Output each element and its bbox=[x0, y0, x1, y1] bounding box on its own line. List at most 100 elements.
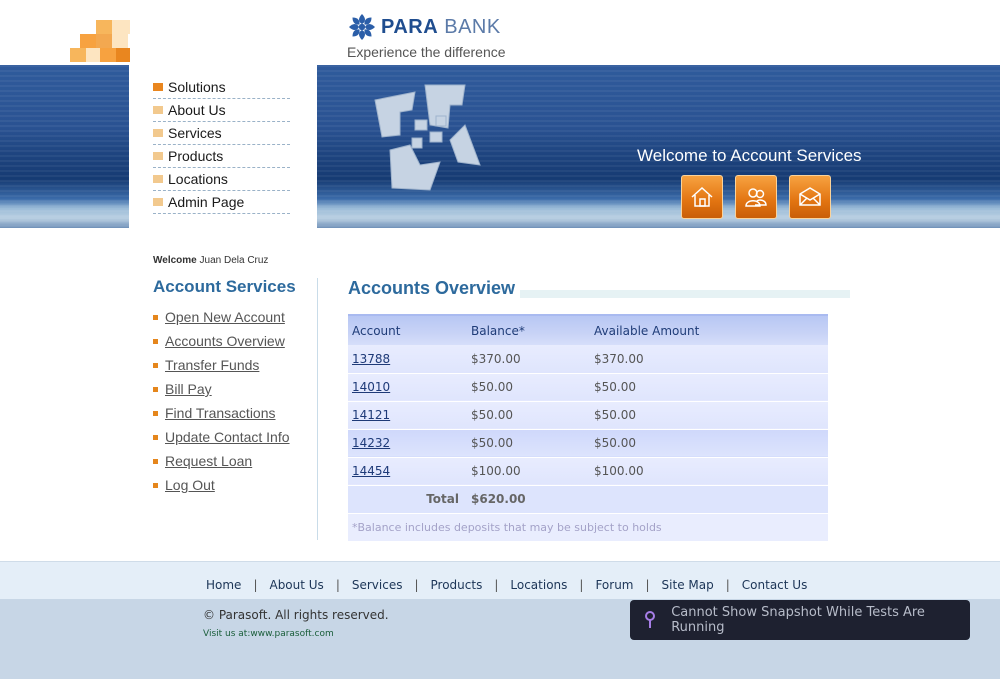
about-button[interactable] bbox=[735, 175, 777, 219]
account-cell: 14232 bbox=[348, 429, 467, 458]
nav-item-solutions[interactable]: Solutions bbox=[153, 76, 290, 99]
account-link[interactable]: 13788 bbox=[352, 352, 390, 366]
available-cell: $370.00 bbox=[590, 345, 828, 374]
request-loan-link[interactable]: Request Loan bbox=[165, 453, 252, 469]
brand-name-bold: PARA bbox=[381, 15, 439, 38]
account-link[interactable]: 14454 bbox=[352, 464, 390, 478]
nav-item-label: Services bbox=[168, 125, 222, 141]
note-row: *Balance includes deposits that may be s… bbox=[348, 513, 828, 542]
parasoft-link[interactable]: www.parasoft.com bbox=[250, 629, 333, 639]
bullet-icon bbox=[153, 410, 158, 416]
service-item: Request Loan bbox=[153, 449, 290, 473]
pin-icon bbox=[640, 611, 659, 629]
bullet-square-icon bbox=[153, 152, 163, 160]
visit-us: Visit us at:www.parasoft.com bbox=[203, 629, 334, 639]
title-underline bbox=[520, 290, 850, 298]
balance-cell: $50.00 bbox=[467, 401, 590, 430]
bullet-icon bbox=[153, 338, 158, 344]
copyright-text: © Parasoft. All rights reserved. bbox=[203, 608, 389, 622]
footer-link-contact-us[interactable]: Contact Us bbox=[742, 578, 808, 592]
separator: | bbox=[645, 578, 650, 592]
nav-item-label: Products bbox=[168, 148, 224, 164]
welcome-message: Welcome Juan Dela Cruz bbox=[153, 255, 268, 266]
transfer-funds-link[interactable]: Transfer Funds bbox=[165, 357, 259, 373]
nav-item-label: About Us bbox=[168, 102, 226, 118]
brand-logo[interactable]: PARA BANK bbox=[347, 12, 501, 42]
table-row: 14010 $50.00 $50.00 bbox=[348, 373, 828, 402]
available-cell: $50.00 bbox=[590, 373, 828, 402]
nav-item-about-us[interactable]: About Us bbox=[153, 99, 290, 122]
nav-item-locations[interactable]: Locations bbox=[153, 168, 290, 191]
footer-nav: Home | About Us | Services | Products | Loca… bbox=[0, 561, 1000, 599]
snapshot-toast: Cannot Show Snapshot While Tests Are Run… bbox=[630, 600, 970, 640]
nav-item-services[interactable]: Services bbox=[153, 122, 290, 145]
find-transactions-link[interactable]: Find Transactions bbox=[165, 405, 276, 421]
service-item: Log Out bbox=[153, 473, 290, 497]
table-header-row: Account Balance* Available Amount bbox=[348, 314, 828, 345]
bill-pay-link[interactable]: Bill Pay bbox=[165, 381, 212, 397]
balance-cell: $50.00 bbox=[467, 373, 590, 402]
separator: | bbox=[579, 578, 584, 592]
service-item: Update Contact Info bbox=[153, 425, 290, 449]
service-item: Accounts Overview bbox=[153, 329, 290, 353]
panel-divider bbox=[317, 278, 318, 540]
nav-item-products[interactable]: Products bbox=[153, 145, 290, 168]
table-row: 13788 $370.00 $370.00 bbox=[348, 345, 828, 374]
top-navigation-menu: Solutions About Us Services Products Loc… bbox=[153, 76, 290, 214]
brand-caption: Experience the difference bbox=[347, 44, 506, 60]
footer-link-home[interactable]: Home bbox=[206, 578, 241, 592]
footer-link-locations[interactable]: Locations bbox=[510, 578, 567, 592]
accounts-table: Account Balance* Available Amount 13788 … bbox=[348, 314, 828, 542]
balance-note: *Balance includes deposits that may be s… bbox=[348, 513, 828, 542]
bullet-square-icon bbox=[153, 129, 163, 137]
balance-cell: $100.00 bbox=[467, 457, 590, 486]
contact-button[interactable] bbox=[789, 175, 831, 219]
banner-arrows-graphic bbox=[374, 84, 481, 191]
bullet-icon bbox=[153, 314, 158, 320]
toast-message: Cannot Show Snapshot While Tests Are Run… bbox=[671, 605, 925, 635]
footer-link-site-map[interactable]: Site Map bbox=[662, 578, 714, 592]
user-name: Juan Dela Cruz bbox=[199, 255, 269, 266]
bullet-icon bbox=[153, 386, 158, 392]
contact-icon bbox=[799, 187, 821, 206]
available-cell: $100.00 bbox=[590, 457, 828, 486]
balance-cell: $370.00 bbox=[467, 345, 590, 374]
welcome-label: Welcome bbox=[153, 255, 197, 266]
separator: | bbox=[414, 578, 419, 592]
open-new-account-link[interactable]: Open New Account bbox=[165, 309, 285, 325]
accounts-overview-link[interactable]: Accounts Overview bbox=[165, 333, 285, 349]
nav-item-admin-page[interactable]: Admin Page bbox=[153, 191, 290, 214]
page-title: Accounts Overview bbox=[348, 278, 516, 298]
separator: | bbox=[494, 578, 499, 592]
bullet-icon bbox=[153, 434, 158, 440]
table-row: 14454 $100.00 $100.00 bbox=[348, 457, 828, 486]
footer-link-services[interactable]: Services bbox=[352, 578, 403, 592]
footer-link-products[interactable]: Products bbox=[431, 578, 483, 592]
home-icon bbox=[691, 186, 713, 207]
table-row: 14121 $50.00 $50.00 bbox=[348, 401, 828, 430]
account-cell: 14010 bbox=[348, 373, 467, 402]
nav-item-label: Admin Page bbox=[168, 194, 245, 210]
separator: | bbox=[253, 578, 258, 592]
nav-item-label: Solutions bbox=[168, 79, 226, 95]
service-item: Open New Account bbox=[153, 305, 290, 329]
account-link[interactable]: 14010 bbox=[352, 380, 390, 394]
banner-title: Welcome to Account Services bbox=[637, 146, 862, 165]
logo-squares-graphic bbox=[70, 20, 130, 65]
home-button[interactable] bbox=[681, 175, 723, 219]
log-out-link[interactable]: Log Out bbox=[165, 477, 215, 493]
separator: | bbox=[335, 578, 340, 592]
account-link[interactable]: 14232 bbox=[352, 436, 390, 450]
header: PARA BANK Experience the difference bbox=[0, 0, 1000, 65]
update-contact-info-link[interactable]: Update Contact Info bbox=[165, 429, 290, 445]
account-cell: 13788 bbox=[348, 345, 467, 374]
bullet-icon bbox=[153, 482, 158, 488]
account-link[interactable]: 14121 bbox=[352, 408, 390, 422]
service-item: Transfer Funds bbox=[153, 353, 290, 377]
column-header-account: Account bbox=[348, 314, 467, 345]
footer-link-about-us[interactable]: About Us bbox=[269, 578, 323, 592]
available-cell: $50.00 bbox=[590, 401, 828, 430]
footer-link-forum[interactable]: Forum bbox=[595, 578, 633, 592]
visit-prefix: Visit us at: bbox=[203, 629, 251, 639]
brand-name-light: BANK bbox=[444, 15, 501, 38]
